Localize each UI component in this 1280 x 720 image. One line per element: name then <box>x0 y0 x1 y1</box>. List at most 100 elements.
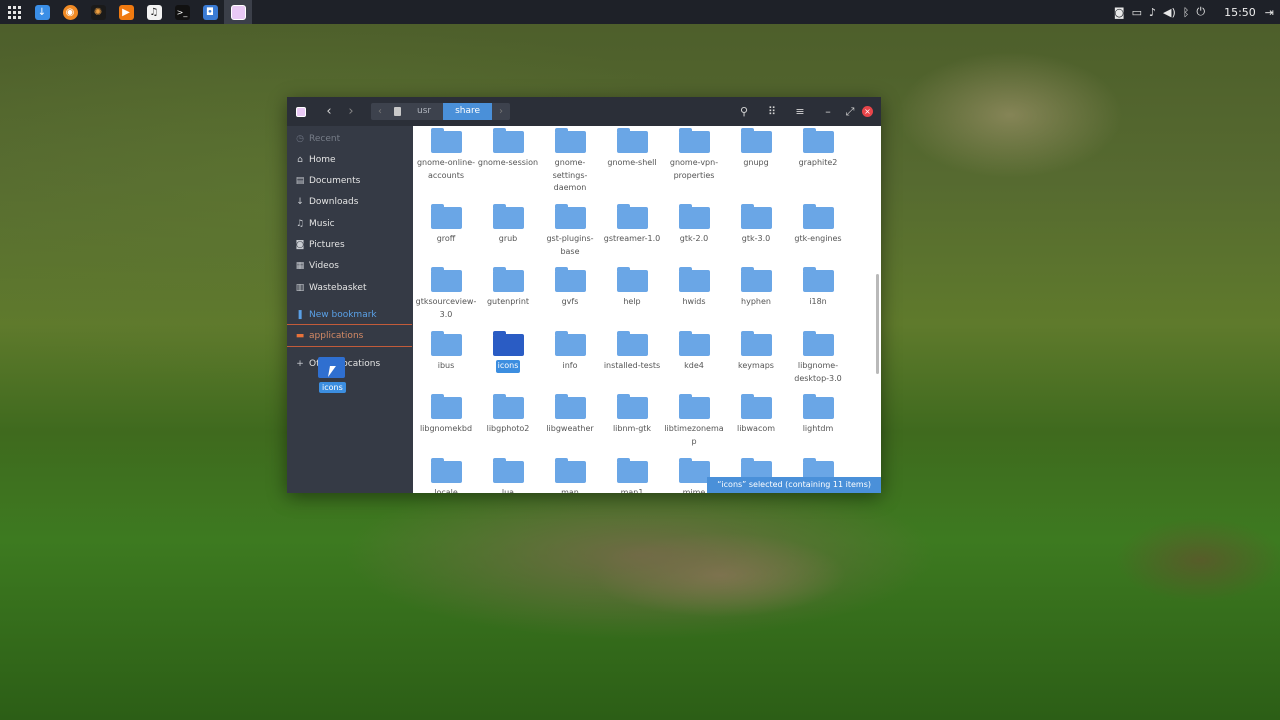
file-item[interactable]: libgnomekbd <box>415 394 477 436</box>
minimize-button[interactable]: – <box>814 105 842 118</box>
file-item[interactable]: gnome-online-accounts <box>415 128 477 182</box>
camera-icon[interactable]: ◙ <box>1114 6 1125 19</box>
sidebar-item-applications[interactable]: ▬ applications <box>287 325 412 346</box>
file-item[interactable]: gstreamer-1.0 <box>601 204 663 246</box>
file-item[interactable]: kde4 <box>663 331 725 373</box>
path-right-arrow[interactable]: › <box>492 106 510 117</box>
display-icon[interactable]: ▭ <box>1132 6 1142 19</box>
terminal-launcher[interactable]: >_ <box>168 0 196 24</box>
sidebar-item-label: Wastebasket <box>309 282 367 293</box>
file-name: gtk-3.0 <box>741 234 771 243</box>
file-name: kde4 <box>684 361 704 370</box>
file-item[interactable]: libwacom <box>725 394 787 436</box>
file-item[interactable]: libnm-gtk <box>601 394 663 436</box>
file-item[interactable]: lightdm <box>787 394 849 436</box>
crumb-usr[interactable]: usr <box>405 103 443 120</box>
apps-menu-button[interactable] <box>0 0 28 24</box>
file-item[interactable]: hyphen <box>725 267 787 309</box>
back-button[interactable]: ‹ <box>318 104 340 119</box>
grid-view-icon[interactable]: ⠿ <box>758 105 786 118</box>
file-item[interactable]: libgphoto2 <box>477 394 539 436</box>
firefox-launcher[interactable]: ◉ <box>56 0 84 24</box>
search-icon[interactable]: ⚲ <box>730 105 758 118</box>
file-item[interactable]: keymaps <box>725 331 787 373</box>
file-item[interactable]: locale <box>415 458 477 493</box>
file-item[interactable]: gvfs <box>539 267 601 309</box>
logout-icon[interactable]: ⇥ <box>1265 6 1274 19</box>
folder-icon <box>740 331 772 356</box>
file-item[interactable]: groff <box>415 204 477 246</box>
power-icon[interactable]: ⏻ <box>1196 5 1205 19</box>
menu-icon[interactable]: ≡ <box>786 105 814 118</box>
path-left-arrow[interactable]: ‹ <box>371 106 389 117</box>
folder-icon <box>678 267 710 292</box>
sidebar-item-home[interactable]: ⌂ Home <box>287 149 412 170</box>
file-item[interactable]: ibus <box>415 331 477 373</box>
file-item[interactable]: gst-plugins-base <box>539 204 601 258</box>
file-name: gst-plugins-base <box>546 234 594 256</box>
download-launcher[interactable]: ↓ <box>28 0 56 24</box>
file-item[interactable]: i18n <box>787 267 849 309</box>
sidebar-item-documents[interactable]: ▤ Documents <box>287 170 412 191</box>
file-item[interactable]: gnome-session <box>477 128 539 170</box>
file-item[interactable]: gnome-vpn-properties <box>663 128 725 182</box>
file-item[interactable]: gnupg <box>725 128 787 170</box>
file-item[interactable]: grub <box>477 204 539 246</box>
files-launcher[interactable] <box>224 0 252 24</box>
folder-icon <box>616 128 648 153</box>
file-item[interactable]: gnome-shell <box>601 128 663 170</box>
file-item[interactable]: hwids <box>663 267 725 309</box>
sidebar-item-videos[interactable]: ▦ Videos <box>287 255 412 276</box>
file-item[interactable]: gtk-3.0 <box>725 204 787 246</box>
top-panel: ↓ ◉ ✺ ▶ ♫ >_ ◘ ◙ ▭ ♪ ◀) ᛒ ⏻ 15:50 ⇥ <box>0 0 1280 24</box>
file-name: icons <box>495 360 521 373</box>
file-item[interactable]: gutenprint <box>477 267 539 309</box>
file-item[interactable]: installed-tests <box>601 331 663 373</box>
bluetooth-icon[interactable]: ᛒ <box>1183 6 1190 19</box>
notification-bell-icon[interactable]: ♪ <box>1149 6 1156 19</box>
close-button[interactable]: × <box>862 106 873 117</box>
download-icon: ↓ <box>34 4 50 20</box>
forward-button[interactable]: › <box>340 104 362 119</box>
path-bar: ‹ usr share › <box>371 103 511 120</box>
clock[interactable]: 15:50 <box>1224 6 1256 19</box>
file-item-selected[interactable]: icons <box>477 331 539 373</box>
screenshot-launcher[interactable]: ◘ <box>196 0 224 24</box>
file-item[interactable]: help <box>601 267 663 309</box>
file-item[interactable]: libgweather <box>539 394 601 436</box>
file-item[interactable]: man1 <box>601 458 663 493</box>
folder-icon <box>802 204 834 229</box>
maximize-button[interactable]: ⤢ <box>842 105 858 119</box>
sidebar-item-wastebasket[interactable]: ▥ Wastebasket <box>287 277 412 298</box>
sidebar-item-music[interactable]: ♫ Music <box>287 213 412 234</box>
file-item[interactable]: man <box>539 458 601 493</box>
crumb-share[interactable]: share <box>443 103 493 120</box>
game-launcher[interactable]: ✺ <box>84 0 112 24</box>
root-drive-icon[interactable] <box>389 107 405 116</box>
file-name: gvfs <box>561 297 579 306</box>
music-launcher[interactable]: ♫ <box>140 0 168 24</box>
file-item[interactable]: graphite2 <box>787 128 849 170</box>
sidebar-item-recent[interactable]: ◷ Recent <box>287 128 412 149</box>
volume-icon[interactable]: ◀) <box>1163 6 1176 19</box>
firefox-icon: ◉ <box>62 4 78 20</box>
file-item[interactable]: gtk-engines <box>787 204 849 246</box>
media-player-launcher[interactable]: ▶ <box>112 0 140 24</box>
sidebar-item-pictures[interactable]: ◙ Pictures <box>287 234 412 255</box>
file-item[interactable]: gnome-settings-daemon <box>539 128 601 195</box>
file-item[interactable]: info <box>539 331 601 373</box>
folder-icon <box>678 204 710 229</box>
film-icon: ▦ <box>295 260 305 271</box>
file-item[interactable]: gtk-2.0 <box>663 204 725 246</box>
folder-icon <box>802 267 834 292</box>
files-app-icon <box>296 106 306 117</box>
file-item[interactable]: lua <box>477 458 539 493</box>
file-name: libnm-gtk <box>612 424 652 433</box>
vertical-scrollbar[interactable] <box>876 274 879 374</box>
sidebar-item-downloads[interactable]: ↓ Downloads <box>287 191 412 212</box>
sidebar-new-bookmark[interactable]: ❚ New bookmark <box>287 304 412 325</box>
sidebar-item-other-locations[interactable]: + Other Locations <box>287 353 412 374</box>
file-item[interactable]: libgnome-desktop-3.0 <box>787 331 849 385</box>
file-item[interactable]: gtksourceview-3.0 <box>415 267 477 321</box>
file-item[interactable]: libtimezonemap <box>663 394 725 448</box>
